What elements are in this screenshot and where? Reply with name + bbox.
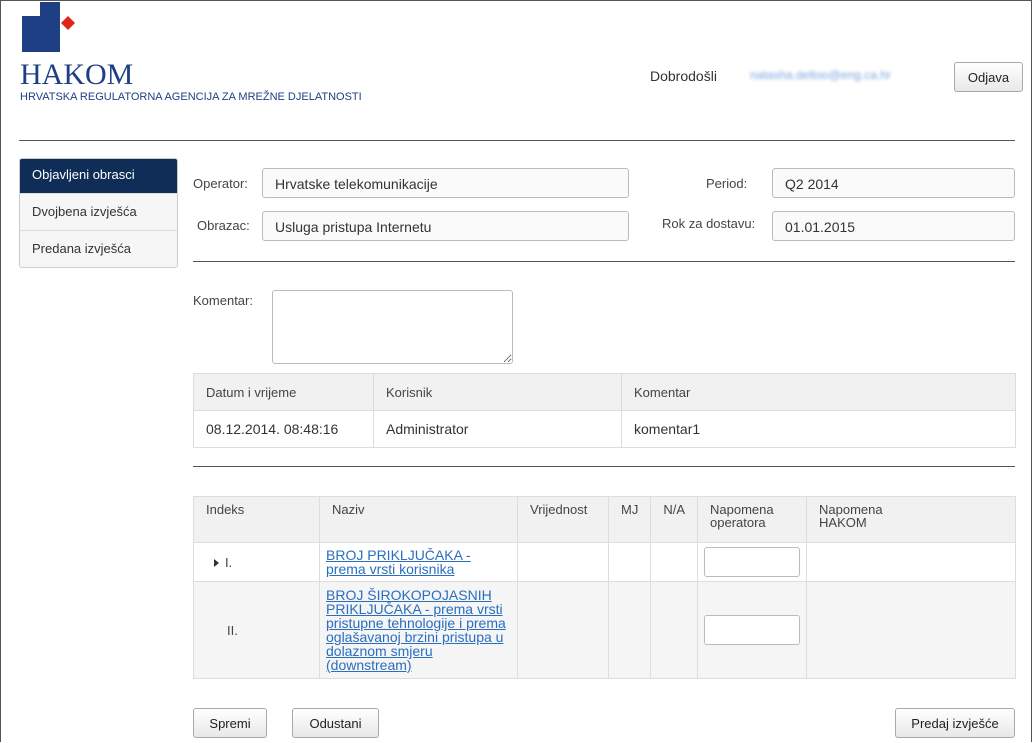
operator-label: Operator: — [193, 176, 248, 191]
col-mj: MJ — [607, 496, 652, 543]
cell-napomena-operatora — [697, 581, 808, 679]
cell-datum: 08.12.2014. 08:48:16 — [193, 410, 374, 448]
col-datum: Datum i vrijeme — [193, 373, 374, 411]
col-na: N/A — [650, 496, 699, 543]
table-header-row: Indeks Naziv Vrijednost MJ N/A Napomena … — [193, 496, 1016, 543]
cell-mj — [607, 581, 652, 679]
cell-vrijednost — [517, 542, 609, 582]
cell-napomena-operatora — [697, 542, 808, 582]
rok-za-dostavu-field: 01.01.2015 — [772, 211, 1015, 241]
logo-subtitle: HRVATSKA REGULATORNA AGENCIJA ZA MREŽNE … — [20, 91, 362, 103]
cell-korisnik: Administrator — [373, 410, 622, 448]
naziv-line: prema vrsti korisnika — [326, 561, 455, 577]
table-row: 08.12.2014. 08:48:16 Administrator komen… — [193, 410, 1016, 448]
cell-komentar: komentar1 — [621, 410, 1016, 448]
cell-indeks[interactable]: I. — [193, 542, 320, 582]
rok-za-dostavu-label: Rok za dostavu: — [662, 216, 756, 231]
cancel-button[interactable]: Odustani — [292, 708, 379, 738]
report-data-table: Indeks Naziv Vrijednost MJ N/A Napomena … — [193, 496, 1016, 679]
comment-history-table: Datum i vrijeme Korisnik Komentar 08.12.… — [193, 373, 1016, 448]
header-divider — [19, 140, 1015, 141]
row-index: II. — [227, 622, 238, 638]
logo-text: HAKOM — [20, 58, 134, 91]
naziv-link[interactable]: BROJ ŠIROKOPOJASNIH PRIKLJUČAKA - prema … — [326, 588, 511, 672]
col-komentar: Komentar — [621, 373, 1016, 411]
operator-field: Hrvatske telekomunikacije — [262, 168, 629, 198]
komentar-label: Komentar: — [193, 293, 253, 308]
table-row: I. BROJ PRIKLJUČAKA - prema vrsti korisn… — [193, 542, 1016, 582]
sidebar-item-predana-izvjesca[interactable]: Predana izvješća — [20, 230, 177, 267]
napomena-operatora-input[interactable] — [704, 615, 801, 645]
col-napomena-operatora-line2: operatora — [710, 515, 766, 530]
cell-napomena-hakom — [806, 542, 1016, 582]
row-index: I. — [225, 554, 233, 570]
logout-button[interactable]: Odjava — [954, 62, 1023, 92]
col-napomena-hakom: Napomena HAKOM — [806, 496, 1016, 543]
form-divider — [193, 261, 1015, 262]
col-indeks: Indeks — [193, 496, 320, 543]
table-header-row: Datum i vrijeme Korisnik Komentar — [193, 373, 1016, 411]
sidebar-item-objavljeni-obrasci[interactable]: Objavljeni obrasci — [20, 159, 177, 193]
col-napomena-operatora: Napomena operatora — [697, 496, 808, 543]
col-korisnik: Korisnik — [373, 373, 622, 411]
obrazac-field: Usluga pristupa Internetu — [262, 211, 629, 241]
cell-naziv: BROJ ŠIROKOPOJASNIH PRIKLJUČAKA - prema … — [319, 581, 518, 679]
expand-arrow-icon[interactable] — [214, 559, 219, 568]
napomena-operatora-input[interactable] — [704, 547, 801, 577]
sidebar-item-dvojbena-izvjesca[interactable]: Dvojbena izvješća — [20, 193, 177, 230]
cell-vrijednost — [517, 581, 609, 679]
sidebar-nav: Objavljeni obrasci Dvojbena izvješća Pre… — [19, 158, 178, 268]
user-email: natasha.deltoo@eng.ca.hr — [750, 68, 891, 82]
save-button[interactable]: Spremi — [193, 708, 267, 738]
col-naziv: Naziv — [319, 496, 518, 543]
naziv-line: (downstream) — [326, 657, 412, 673]
period-label: Period: — [706, 176, 748, 191]
cell-na — [650, 542, 699, 582]
table-row: II. BROJ ŠIROKOPOJASNIH PRIKLJUČAKA - pr… — [193, 581, 1016, 679]
col-vrijednost: Vrijednost — [517, 496, 609, 543]
cell-napomena-hakom — [806, 581, 1016, 679]
cell-indeks: II. — [193, 581, 320, 679]
obrazac-label: Obrazac: — [197, 218, 250, 233]
komentar-input[interactable] — [272, 290, 513, 364]
col-napomena-hakom-line2: HAKOM — [819, 515, 867, 530]
hakom-logo-icon — [22, 2, 75, 52]
cell-na — [650, 581, 699, 679]
table-divider — [193, 466, 1015, 467]
cell-mj — [607, 542, 652, 582]
naziv-link[interactable]: BROJ PRIKLJUČAKA - prema vrsti korisnika — [326, 548, 511, 576]
cell-naziv: BROJ PRIKLJUČAKA - prema vrsti korisnika — [319, 542, 518, 582]
period-field: Q2 2014 — [772, 168, 1015, 198]
welcome-text: Dobrodošli — [650, 68, 717, 84]
submit-report-button[interactable]: Predaj izvješće — [895, 708, 1015, 738]
